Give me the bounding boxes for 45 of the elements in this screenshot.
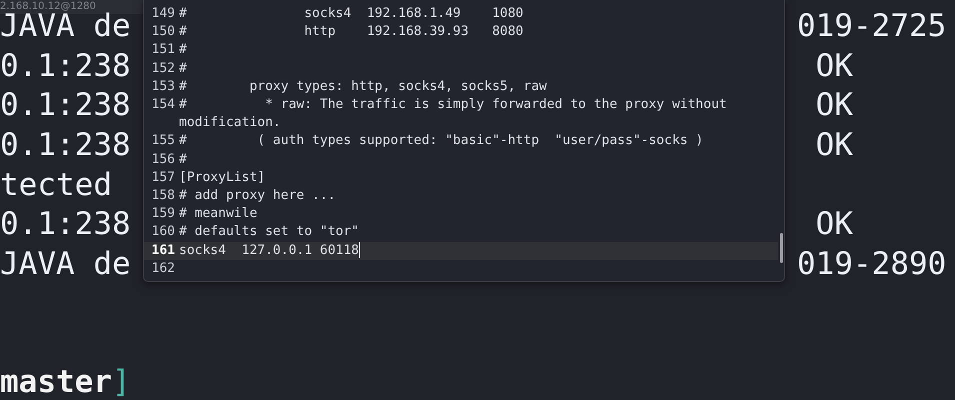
line-number: 156 (150, 150, 175, 169)
terminal-tab[interactable]: 2.168.10.12@1280 (0, 0, 143, 14)
line-number: 155 (150, 132, 175, 150)
code-line: # add proxy here ... (179, 187, 337, 206)
terminal-text: 0.1:238 (0, 133, 132, 158)
line-number: 160 (150, 223, 175, 242)
code-line: # (179, 60, 188, 78)
line-number: 158 (150, 187, 175, 206)
terminal-text: JAVA de (0, 14, 132, 40)
line-number: 149 (150, 5, 175, 23)
terminal-text: JAVA de (0, 252, 132, 277)
terminal-text: OK (814, 54, 854, 79)
code-line: [ProxyList] (179, 168, 266, 187)
code-line: # * raw: The traffic is simply forwarded to the proxy without modification. (179, 96, 728, 132)
code-line: # (179, 41, 188, 60)
line-number: 159 (150, 205, 175, 224)
line-number: 154 (150, 96, 175, 114)
terminal-text: OK (814, 212, 854, 238)
terminal-text: OK (814, 133, 854, 158)
terminal-text: 019-2890 (797, 252, 948, 277)
line-number: 152 (150, 60, 175, 78)
line-number: 157 (150, 168, 175, 187)
terminal-text: tected (0, 172, 113, 198)
terminal-text: 019-2725 (797, 14, 948, 40)
line-number: 161 (150, 242, 175, 260)
scrollbar-thumb[interactable] (780, 233, 783, 263)
git-branch: master (0, 363, 112, 400)
text-cursor (359, 242, 360, 258)
line-number: 162 (150, 260, 175, 278)
terminal-text: 0.1:238 (0, 54, 132, 79)
terminal-text: 0.1:238 (0, 212, 132, 238)
code-line: # proxy types: http, socks4, socks5, raw (179, 78, 548, 96)
code-line: # socks4 192.168.1.49 1080 (179, 5, 524, 23)
terminal-text: 0.1:238 (0, 93, 132, 118)
terminal-text: OK (814, 93, 854, 118)
line-number: 153 (150, 78, 175, 96)
code-line: # meanwile (179, 205, 258, 224)
code-line: # (179, 150, 188, 169)
line-number: 151 (150, 41, 175, 60)
code-line: socks4 127.0.0.1 60118 (179, 242, 362, 260)
code-line: # ( auth types supported: "basic"-http "user/pass"-socks ) (179, 132, 704, 150)
code-line: # defaults set to "tor" (179, 223, 360, 242)
line-number: 150 (150, 23, 175, 42)
prompt-bracket: ] (112, 363, 131, 400)
code-line: # http 192.168.39.93 8080 (179, 23, 524, 42)
